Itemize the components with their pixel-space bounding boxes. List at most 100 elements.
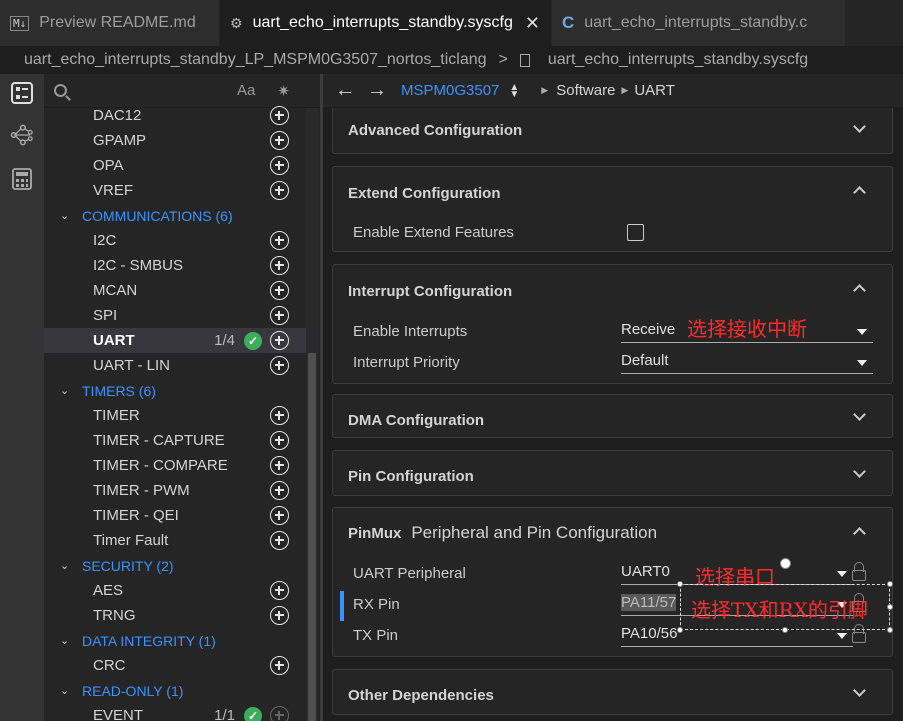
chevron-down-icon[interactable] xyxy=(853,465,866,478)
module-item[interactable]: I2C xyxy=(44,228,306,253)
module-item[interactable]: TIMER - CAPTURE xyxy=(44,428,306,453)
category-header[interactable]: ⌄ TIMERS (6) xyxy=(44,378,306,403)
enable-extend-features-checkbox[interactable] xyxy=(627,224,644,241)
back-arrow-icon[interactable]: ← xyxy=(335,79,355,102)
module-item[interactable]: UART - LIN xyxy=(44,353,306,378)
panel-title[interactable]: Interrupt Configuration xyxy=(348,283,512,300)
resize-handle[interactable] xyxy=(887,604,893,610)
add-icon[interactable] xyxy=(270,606,289,625)
device-selector[interactable]: MSPM0G3507 xyxy=(401,82,499,99)
category-header[interactable]: ⌄ DATA INTEGRITY (1) xyxy=(44,628,306,653)
add-icon[interactable] xyxy=(270,406,289,425)
regex-toggle-icon[interactable]: ✷ xyxy=(277,82,290,100)
module-item[interactable]: CRC xyxy=(44,653,306,678)
add-icon[interactable] xyxy=(270,356,289,375)
chevron-down-icon[interactable] xyxy=(853,684,866,697)
row-label: SPI xyxy=(93,307,118,324)
breadcrumb-file[interactable]: uart_echo_interrupts_standby.syscfg xyxy=(548,51,808,69)
panel-title[interactable]: Extend Configuration xyxy=(348,185,501,202)
sidebar-scrollbar[interactable] xyxy=(306,108,318,721)
close-icon[interactable]: ✕ xyxy=(525,13,540,34)
category-header[interactable]: ⌄ READ-ONLY (1) xyxy=(44,678,306,703)
panel-dma-configuration[interactable]: DMA Configuration xyxy=(332,394,893,438)
panel-title[interactable]: PinMux Peripheral and Pin Configuration xyxy=(348,523,657,543)
module-item[interactable]: OPA xyxy=(44,153,306,178)
search-icon[interactable] xyxy=(54,84,67,97)
tab-readme-preview[interactable]: M↓ Preview README.md xyxy=(0,0,220,46)
resize-handle[interactable] xyxy=(887,581,893,587)
resize-handle[interactable] xyxy=(782,627,788,633)
module-item[interactable]: MCAN xyxy=(44,278,306,303)
module-item[interactable]: TRNG xyxy=(44,603,306,628)
nav-path-uart[interactable]: UART xyxy=(634,82,675,99)
resize-handle[interactable] xyxy=(887,627,893,633)
resize-handle[interactable] xyxy=(677,627,683,633)
row-label: COMMUNICATIONS (6) xyxy=(82,207,233,224)
chevron-up-icon[interactable] xyxy=(853,527,866,540)
module-item[interactable]: SPI xyxy=(44,303,306,328)
module-item[interactable]: TIMER - COMPARE xyxy=(44,453,306,478)
panel-advanced-configuration[interactable]: Advanced Configuration xyxy=(332,108,893,154)
module-item[interactable]: UART 1/4 ✓ xyxy=(44,328,306,353)
lock-icon[interactable] xyxy=(852,624,866,643)
lock-icon[interactable] xyxy=(852,562,866,581)
panel-other-dependencies[interactable]: Other Dependencies xyxy=(332,669,893,715)
add-icon[interactable] xyxy=(270,431,289,450)
hierarchy-icon[interactable] xyxy=(9,124,35,146)
chevron-down-icon[interactable]: ⌄ xyxy=(60,684,72,697)
module-item[interactable]: GPAMP xyxy=(44,128,306,153)
module-item[interactable]: TIMER - QEI xyxy=(44,503,306,528)
add-icon[interactable] xyxy=(270,181,289,200)
add-icon[interactable] xyxy=(270,581,289,600)
scrollbar-thumb[interactable] xyxy=(308,353,316,721)
chevron-down-icon[interactable]: ⌄ xyxy=(60,634,72,647)
interrupt-priority-select[interactable]: Default xyxy=(621,352,873,374)
forward-arrow-icon[interactable]: → xyxy=(367,79,387,102)
breadcrumb-folder[interactable]: uart_echo_interrupts_standby_LP_MSPM0G35… xyxy=(24,51,487,69)
add-icon[interactable] xyxy=(270,156,289,175)
sort-updown-icon[interactable]: ▲ ▼ xyxy=(509,82,519,99)
chevron-down-icon[interactable]: ⌄ xyxy=(60,384,72,397)
tab-c-source[interactable]: C uart_echo_interrupts_standby.c xyxy=(552,0,846,46)
chevron-down-icon[interactable]: ⌄ xyxy=(60,559,72,572)
add-icon[interactable] xyxy=(270,331,289,350)
row-label: DATA INTEGRITY (1) xyxy=(82,632,216,649)
match-case-toggle[interactable]: Aa xyxy=(237,82,255,99)
add-icon[interactable] xyxy=(270,256,289,275)
add-icon[interactable] xyxy=(270,281,289,300)
add-icon[interactable] xyxy=(270,506,289,525)
add-icon[interactable] xyxy=(270,531,289,550)
nav-path-software[interactable]: Software xyxy=(556,82,615,99)
add-icon[interactable] xyxy=(270,131,289,150)
module-item[interactable]: TIMER - PWM xyxy=(44,478,306,503)
chevron-down-icon[interactable] xyxy=(853,408,866,421)
panel-pin-configuration[interactable]: Pin Configuration xyxy=(332,450,893,496)
chevron-up-icon[interactable] xyxy=(853,186,866,199)
resize-handle[interactable] xyxy=(677,581,683,587)
rotate-handle[interactable] xyxy=(780,558,791,569)
chevron-down-icon[interactable]: ⌄ xyxy=(60,209,72,222)
module-item[interactable]: VREF xyxy=(44,178,306,203)
add-icon[interactable] xyxy=(270,456,289,475)
chevron-down-icon[interactable] xyxy=(853,120,866,133)
add-icon[interactable] xyxy=(270,306,289,325)
module-item[interactable]: AES xyxy=(44,578,306,603)
add-icon[interactable] xyxy=(270,656,289,675)
module-item[interactable]: EVENT 1/1 ✓ xyxy=(44,703,306,721)
calculator-icon[interactable] xyxy=(11,168,33,190)
check-icon: ✓ xyxy=(244,707,262,721)
row-label: TIMER - PWM xyxy=(93,482,190,499)
module-item[interactable]: I2C - SMBUS xyxy=(44,253,306,278)
module-item[interactable]: TIMER xyxy=(44,403,306,428)
tab-syscfg[interactable]: ⚙ uart_echo_interrupts_standby.syscfg ✕ xyxy=(220,0,552,46)
module-item[interactable]: Timer Fault xyxy=(44,528,306,553)
software-view-icon[interactable] xyxy=(11,82,33,104)
module-item[interactable]: DAC12 xyxy=(44,103,306,128)
add-icon[interactable] xyxy=(270,106,289,125)
category-header[interactable]: ⌄ COMMUNICATIONS (6) xyxy=(44,203,306,228)
add-icon[interactable] xyxy=(270,706,289,721)
category-header[interactable]: ⌄ SECURITY (2) xyxy=(44,553,306,578)
add-icon[interactable] xyxy=(270,481,289,500)
chevron-up-icon[interactable] xyxy=(853,284,866,297)
add-icon[interactable] xyxy=(270,231,289,250)
